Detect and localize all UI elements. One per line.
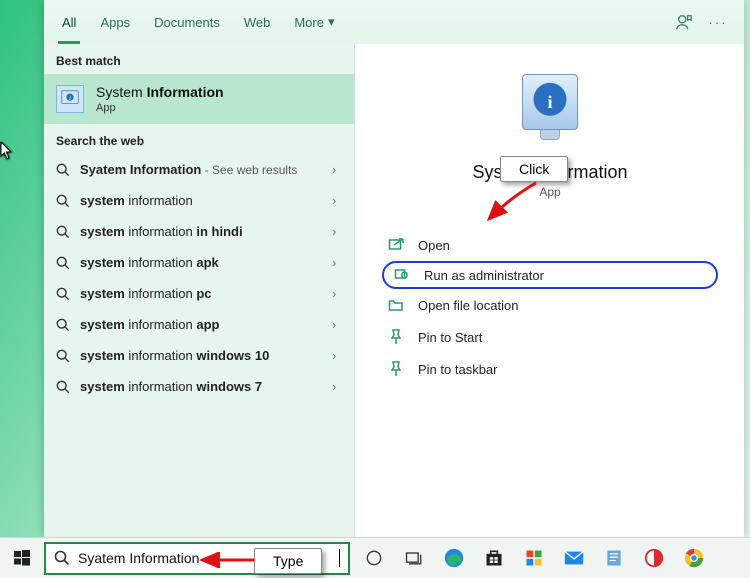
action-run-as-administrator[interactable]: Run as administrator [382, 261, 718, 289]
taskbar [0, 537, 750, 578]
start-search-panel: All Apps Documents Web More ▾ ··· Best m… [44, 0, 744, 537]
feedback-icon[interactable] [674, 12, 694, 32]
mail-icon[interactable] [562, 546, 586, 570]
chevron-right-icon[interactable]: › [332, 348, 344, 363]
search-icon [56, 349, 70, 363]
web-result-text: system information [80, 193, 322, 208]
task-view-icon[interactable] [402, 546, 426, 570]
tab-documents[interactable]: Documents [142, 0, 232, 44]
open-icon [388, 237, 404, 253]
best-match-item[interactable]: i System Information App [44, 74, 354, 124]
detail-body: System Information App Open Run as admin… [364, 54, 736, 385]
action-open[interactable]: Open [382, 229, 718, 261]
callout-type: Type [254, 548, 322, 574]
detail-subtitle: App [364, 185, 736, 199]
start-button[interactable] [0, 538, 44, 578]
pin-start-icon [388, 329, 404, 345]
tab-more[interactable]: More ▾ [282, 0, 346, 44]
web-result-text: system information pc [80, 286, 322, 301]
folder-icon [388, 297, 404, 313]
chevron-right-icon[interactable]: › [332, 224, 344, 239]
best-match-title: System Information [96, 84, 224, 100]
arrow-annotation-icon [196, 552, 256, 568]
search-icon [56, 256, 70, 270]
notes-icon[interactable] [602, 546, 626, 570]
web-result-item[interactable]: system information windows 10 › [44, 340, 354, 371]
action-pin-to-start[interactable]: Pin to Start [382, 321, 718, 353]
system-information-icon: i [56, 85, 84, 113]
edge-icon[interactable] [442, 546, 466, 570]
action-open-file-location[interactable]: Open file location [382, 289, 718, 321]
search-icon [56, 380, 70, 394]
office-icon[interactable] [522, 546, 546, 570]
chevron-right-icon[interactable]: › [332, 162, 344, 177]
web-result-text: system information windows 10 [80, 348, 322, 363]
search-icon [56, 287, 70, 301]
chrome-icon[interactable] [682, 546, 706, 570]
mouse-cursor-icon [0, 142, 14, 160]
chevron-right-icon[interactable]: › [332, 286, 344, 301]
search-web-header: Search the web [44, 124, 354, 154]
results-body: Best match i System Information App Sear… [44, 44, 354, 402]
web-result-item[interactable]: system information windows 7 › [44, 371, 354, 402]
web-result-text: system information apk [80, 255, 322, 270]
best-match-header: Best match [44, 44, 354, 74]
chevron-right-icon[interactable]: › [332, 255, 344, 270]
web-result-item[interactable]: system information › [44, 185, 354, 216]
web-result-item[interactable]: system information app › [44, 309, 354, 340]
web-result-item[interactable]: Syatem Information - See web results › [44, 154, 354, 185]
web-result-item[interactable]: system information apk › [44, 247, 354, 278]
search-icon [56, 194, 70, 208]
shield-icon [394, 267, 410, 283]
search-icon [56, 225, 70, 239]
web-result-item[interactable]: system information in hindi › [44, 216, 354, 247]
web-result-text: system information windows 7 [80, 379, 322, 394]
web-result-text: system information in hindi [80, 224, 322, 239]
store-icon[interactable] [482, 546, 506, 570]
taskbar-icons [362, 546, 706, 570]
cortana-icon[interactable] [362, 546, 386, 570]
arrow-annotation-icon [481, 177, 541, 227]
search-icon [54, 550, 70, 566]
search-icon [56, 318, 70, 332]
pin-taskbar-icon [388, 361, 404, 377]
tab-web[interactable]: Web [232, 0, 283, 44]
svg-text:i: i [69, 95, 71, 102]
chevron-right-icon[interactable]: › [332, 379, 344, 394]
chevron-down-icon: ▾ [328, 14, 335, 30]
search-icon [56, 163, 70, 177]
chevron-right-icon[interactable]: › [332, 193, 344, 208]
windows-logo-icon [14, 550, 30, 566]
best-match-subtitle: App [96, 102, 224, 114]
detail-actions: Open Run as administrator Open file loca… [364, 229, 736, 385]
web-result-item[interactable]: system information pc › [44, 278, 354, 309]
text-cursor [339, 549, 340, 567]
web-result-text: Syatem Information - See web results [80, 162, 322, 177]
chevron-right-icon[interactable]: › [332, 317, 344, 332]
web-result-text: system information app [80, 317, 322, 332]
more-options-icon[interactable]: ··· [708, 12, 728, 32]
app-detail-icon [522, 74, 578, 130]
tab-apps[interactable]: Apps [88, 0, 142, 44]
action-pin-to-taskbar[interactable]: Pin to taskbar [382, 353, 718, 385]
ccleaner-icon[interactable] [642, 546, 666, 570]
tab-all[interactable]: All [50, 0, 88, 44]
